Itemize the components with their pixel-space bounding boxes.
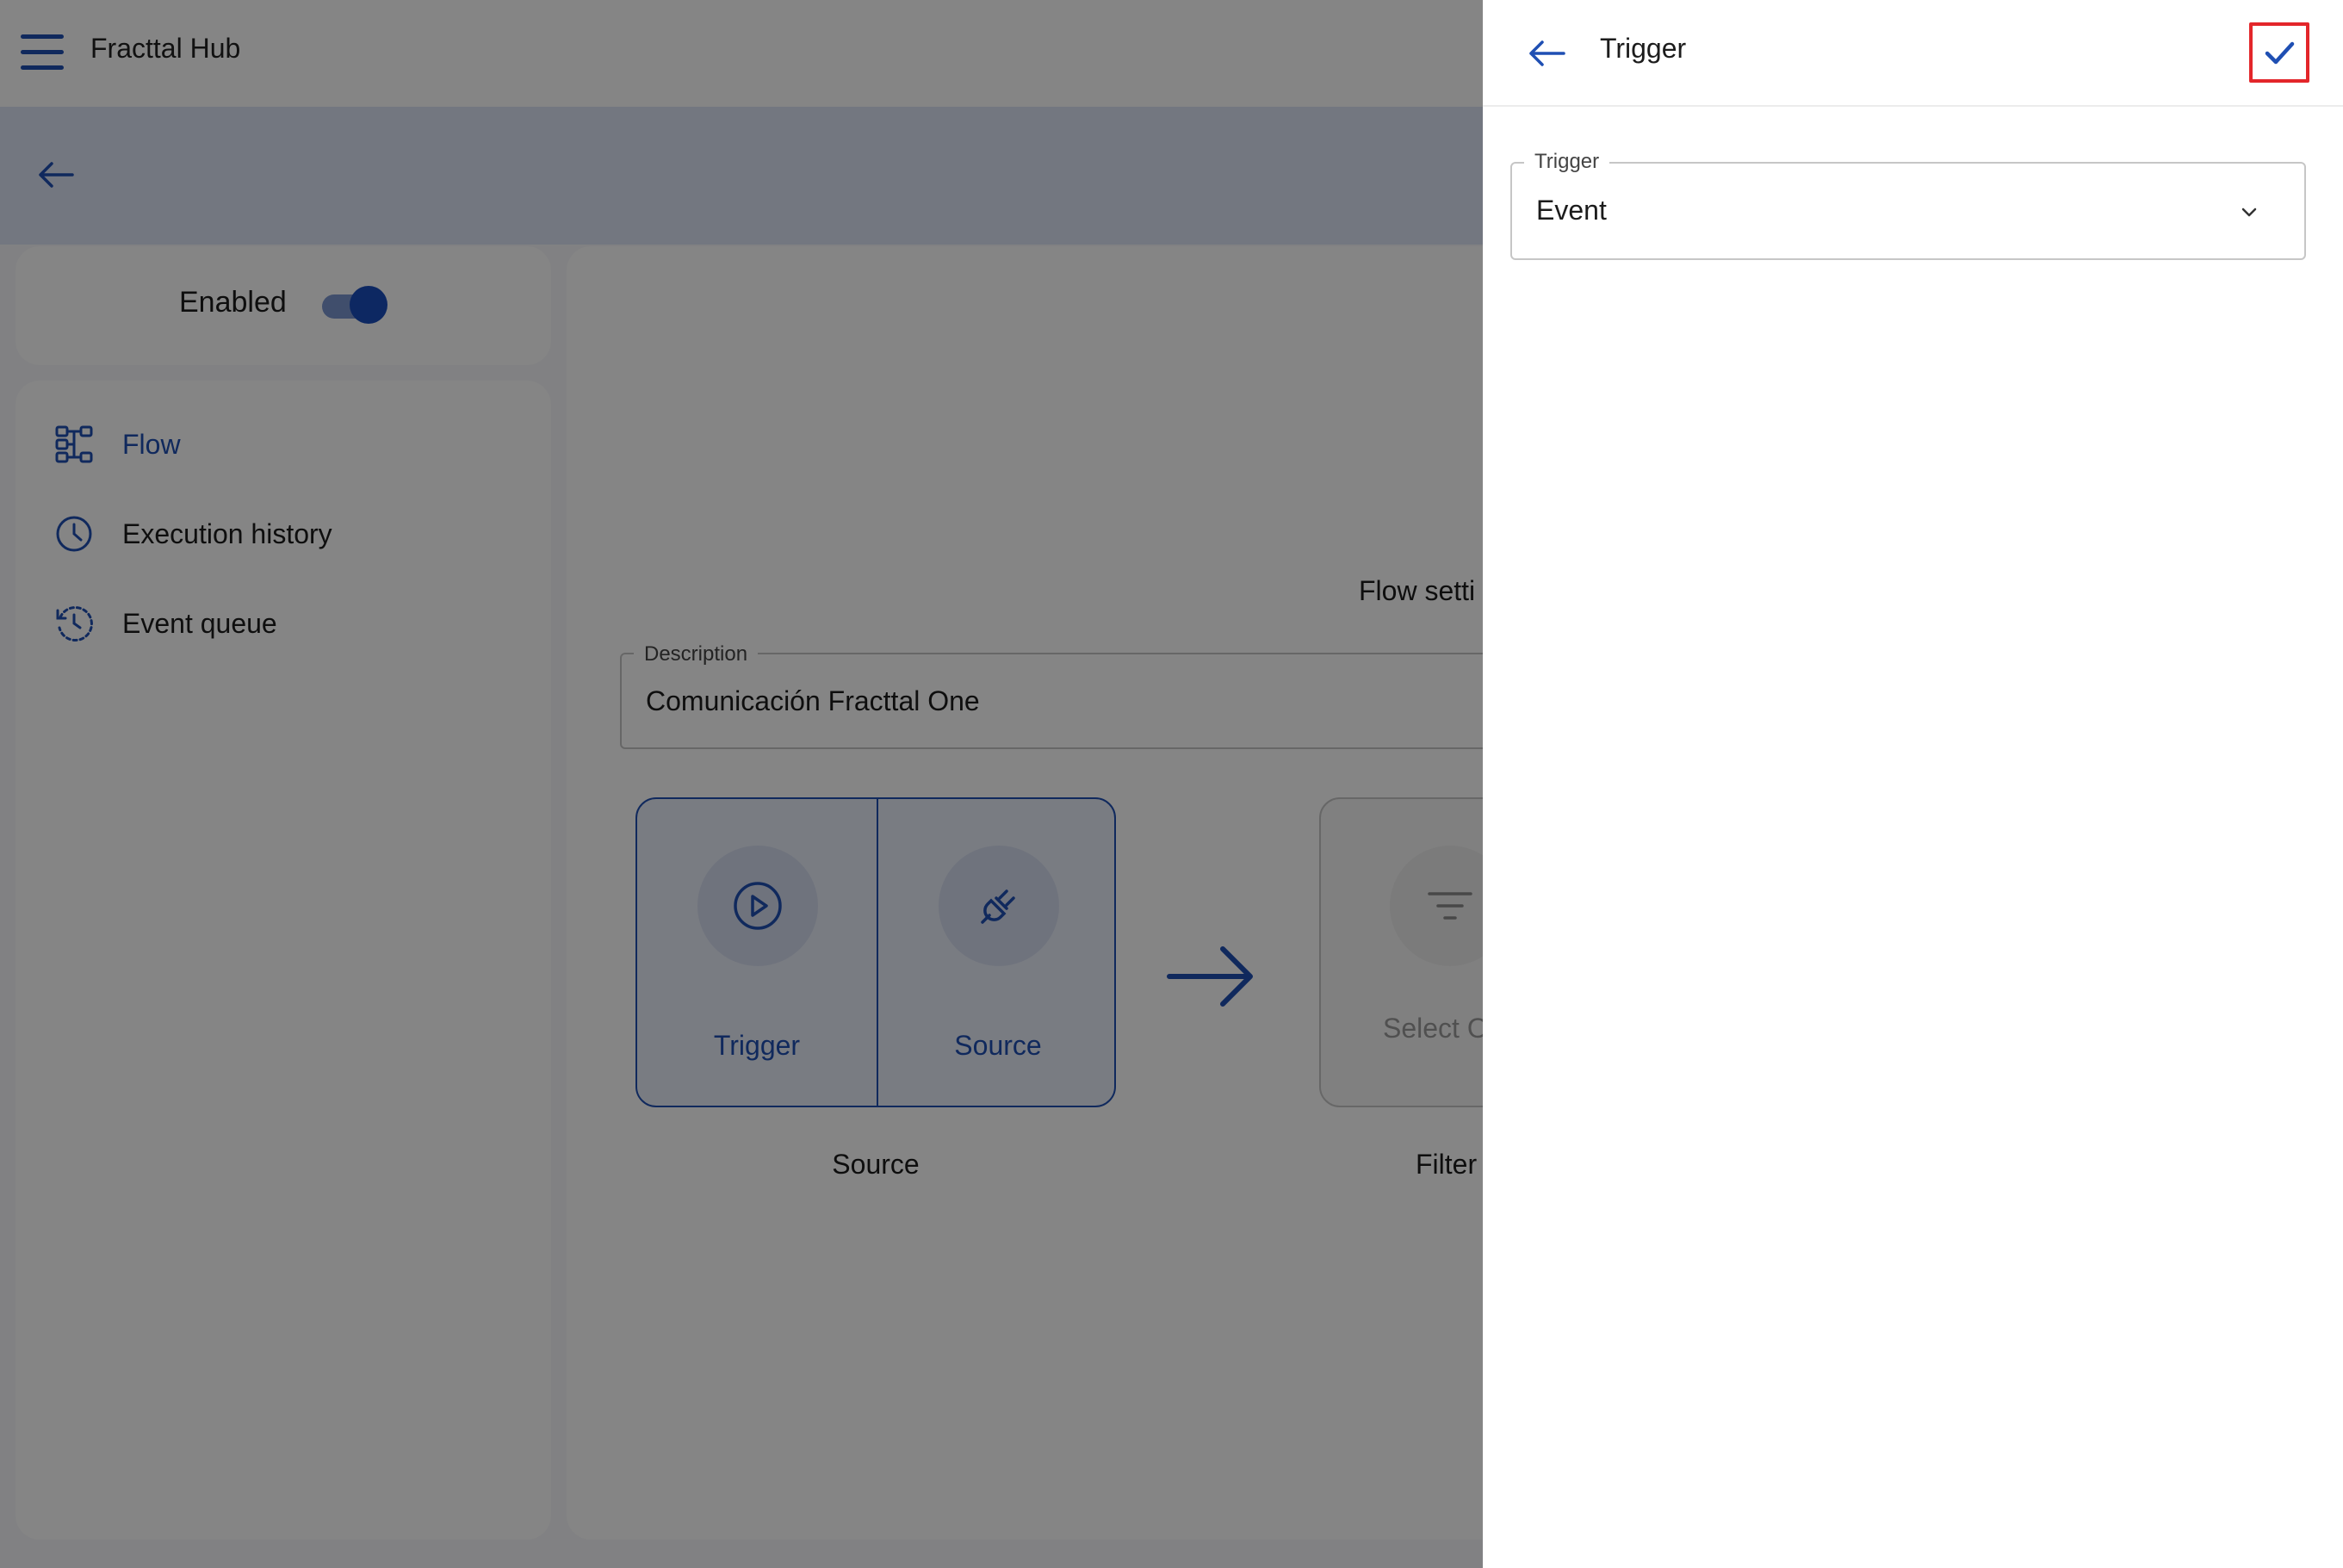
arrow-left-icon[interactable] — [1524, 31, 1569, 76]
trigger-select-label: Trigger — [1524, 150, 1610, 174]
trigger-select-value: Event — [1536, 195, 1607, 226]
check-icon — [2265, 41, 2295, 65]
drawer-header: Trigger — [1483, 0, 2343, 107]
modal-scrim[interactable] — [0, 0, 1483, 1568]
confirm-button[interactable] — [2249, 22, 2309, 83]
chevron-down-icon — [2241, 208, 2257, 217]
trigger-drawer: Trigger Trigger Event — [1483, 0, 2343, 1568]
trigger-select[interactable]: Trigger Event — [1510, 150, 2306, 260]
drawer-title: Trigger — [1600, 33, 1687, 64]
